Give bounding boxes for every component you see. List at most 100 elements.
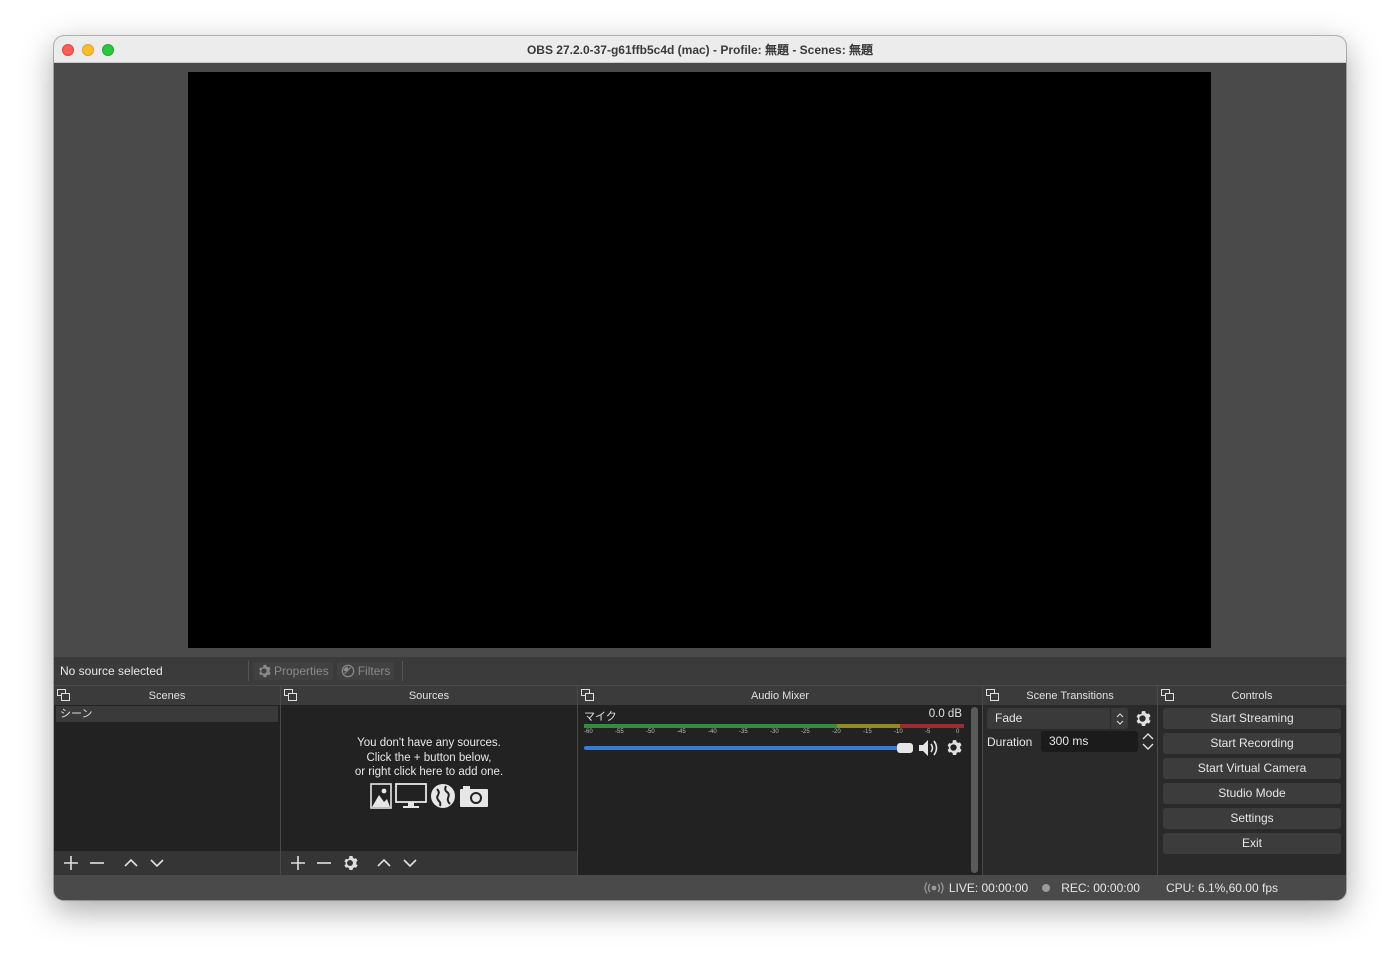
source-toolbar: No source selected Properties Filters bbox=[54, 657, 1346, 685]
duration-input[interactable]: 300 ms bbox=[1041, 731, 1138, 752]
gear-icon bbox=[259, 664, 271, 678]
start-streaming-button[interactable]: Start Streaming bbox=[1163, 708, 1341, 729]
toolbar-divider bbox=[402, 661, 404, 681]
filters-label: Filters bbox=[357, 664, 391, 678]
minimize-window-button[interactable] bbox=[82, 44, 94, 56]
meter-tick-label: -60 bbox=[584, 729, 593, 735]
controls-dock: Controls Start Streaming Start Recording… bbox=[1158, 686, 1346, 875]
empty-line: or right click here to add one. bbox=[354, 766, 504, 778]
scenes-footer bbox=[54, 851, 280, 875]
plus-icon bbox=[64, 856, 78, 870]
studio-mode-button[interactable]: Studio Mode bbox=[1163, 783, 1341, 804]
add-source-button[interactable] bbox=[285, 852, 311, 874]
sources-footer bbox=[281, 851, 577, 875]
sources-title: Sources bbox=[408, 689, 450, 702]
move-source-down-button[interactable] bbox=[397, 852, 423, 874]
chevron-down-icon bbox=[150, 859, 164, 868]
gear-icon bbox=[344, 856, 358, 870]
audio-mixer-title: Audio Mixer bbox=[750, 689, 810, 702]
scenes-dock: Scenes シーン bbox=[54, 686, 280, 875]
live-status: LIVE: 00:00:00 bbox=[924, 881, 1028, 895]
minus-icon bbox=[90, 862, 104, 864]
camera-icon bbox=[459, 786, 488, 807]
undock-icon[interactable] bbox=[1161, 689, 1174, 701]
minus-icon bbox=[317, 862, 331, 864]
properties-button[interactable]: Properties bbox=[253, 662, 333, 680]
meter-tick-label: -45 bbox=[677, 729, 686, 735]
start-virtual-camera-button[interactable]: Start Virtual Camera bbox=[1163, 758, 1341, 779]
filters-button[interactable]: Filters bbox=[336, 662, 395, 680]
volume-slider-track[interactable] bbox=[584, 746, 912, 750]
undock-icon[interactable] bbox=[581, 689, 594, 701]
meter-tick-label: -10 bbox=[894, 729, 903, 735]
filter-icon bbox=[341, 664, 355, 678]
meter-tick-label: -5 bbox=[925, 729, 931, 735]
audio-mixer-body: マイク 0.0 dB -60 -55 -50 -45 -40 -35 -30 -25 -20 -1… bbox=[578, 705, 982, 875]
undock-icon[interactable] bbox=[986, 689, 999, 701]
obs-window: OBS 27.2.0-37-g61ffb5c4d (mac) - Profile… bbox=[54, 36, 1346, 900]
properties-label: Properties bbox=[274, 664, 329, 678]
empty-line: You don't have any sources. bbox=[357, 737, 501, 749]
move-scene-up-button[interactable] bbox=[118, 852, 144, 874]
duration-stepper-icon[interactable] bbox=[1141, 731, 1155, 752]
undock-icon[interactable] bbox=[57, 689, 70, 701]
live-time: LIVE: 00:00:00 bbox=[948, 881, 1029, 895]
meter-tick-label: -15 bbox=[863, 729, 872, 735]
sources-dock: Sources You don't have any sources. Clic… bbox=[281, 686, 577, 875]
remove-source-button[interactable] bbox=[311, 852, 337, 874]
select-arrows-icon bbox=[1110, 708, 1128, 729]
speaker-icon[interactable] bbox=[918, 738, 940, 758]
image-icon bbox=[369, 783, 392, 809]
cpu-status: CPU: 6.1%,60.00 fps bbox=[1166, 881, 1278, 895]
scene-item[interactable]: シーン bbox=[56, 706, 278, 722]
status-bar: LIVE: 00:00:00 REC: 00:00:00 CPU: 6.1%,6… bbox=[54, 876, 1346, 900]
mixer-scrollbar[interactable] bbox=[971, 707, 978, 873]
close-window-button[interactable] bbox=[62, 44, 74, 56]
controls-body: Start Streaming Start Recording Start Vi… bbox=[1158, 705, 1346, 875]
settings-button[interactable]: Settings bbox=[1163, 808, 1341, 829]
add-scene-button[interactable] bbox=[58, 852, 84, 874]
maximize-window-button[interactable] bbox=[102, 44, 114, 56]
meter-tick-label: -20 bbox=[832, 729, 841, 735]
title-bar[interactable]: OBS 27.2.0-37-g61ffb5c4d (mac) - Profile… bbox=[54, 36, 1346, 63]
meter-tick-label: -55 bbox=[615, 729, 624, 735]
gear-icon[interactable] bbox=[945, 739, 962, 756]
scenes-title: Scenes bbox=[148, 689, 186, 702]
chevron-down-icon bbox=[403, 859, 417, 868]
start-recording-button[interactable]: Start Recording bbox=[1163, 733, 1341, 754]
duration-label: Duration bbox=[987, 735, 1033, 749]
volume-meter bbox=[584, 724, 964, 728]
meter-tick-label: -25 bbox=[801, 729, 810, 735]
exit-button[interactable]: Exit bbox=[1163, 833, 1341, 854]
undock-icon[interactable] bbox=[284, 689, 297, 701]
preview-area[interactable] bbox=[54, 63, 1346, 657]
browser-icon bbox=[430, 784, 455, 808]
volume-slider-handle[interactable] bbox=[897, 743, 914, 753]
audio-mixer-dock-title: Audio Mixer bbox=[578, 686, 982, 705]
meter-tick-label: -40 bbox=[708, 729, 717, 735]
preview-canvas[interactable] bbox=[188, 72, 1211, 648]
meter-tick-label: -50 bbox=[646, 729, 655, 735]
remove-scene-button[interactable] bbox=[84, 852, 110, 874]
sources-empty-message: You don't have any sources. Click the + … bbox=[281, 736, 577, 780]
broadcast-icon bbox=[924, 882, 944, 894]
source-type-icons bbox=[281, 783, 577, 809]
meter-tick-label: -35 bbox=[739, 729, 748, 735]
transition-select[interactable]: Fade bbox=[987, 708, 1128, 729]
scene-transitions-dock: Scene Transitions Fade Duration 300 ms bbox=[983, 686, 1157, 875]
gear-icon[interactable] bbox=[1134, 710, 1151, 727]
move-source-up-button[interactable] bbox=[371, 852, 397, 874]
record-dot-icon bbox=[1042, 884, 1051, 892]
scene-transitions-title: Scene Transitions bbox=[1026, 689, 1114, 702]
window-title: OBS 27.2.0-37-g61ffb5c4d (mac) - Profile… bbox=[526, 42, 874, 57]
sources-list[interactable]: You don't have any sources. Click the + … bbox=[281, 705, 577, 875]
display-icon bbox=[394, 783, 427, 808]
scene-transitions-body: Fade Duration 300 ms bbox=[983, 705, 1157, 875]
audio-track-db: 0.0 dB bbox=[928, 708, 962, 720]
audio-mixer-dock: Audio Mixer マイク 0.0 dB -60 -55 -50 -45 -40 -3… bbox=[578, 686, 982, 875]
move-scene-down-button[interactable] bbox=[144, 852, 170, 874]
scenes-list[interactable]: シーン bbox=[54, 705, 280, 875]
source-properties-button[interactable] bbox=[337, 852, 363, 874]
controls-dock-title: Controls bbox=[1158, 686, 1346, 705]
rec-time: REC: 00:00:00 bbox=[1061, 881, 1140, 895]
